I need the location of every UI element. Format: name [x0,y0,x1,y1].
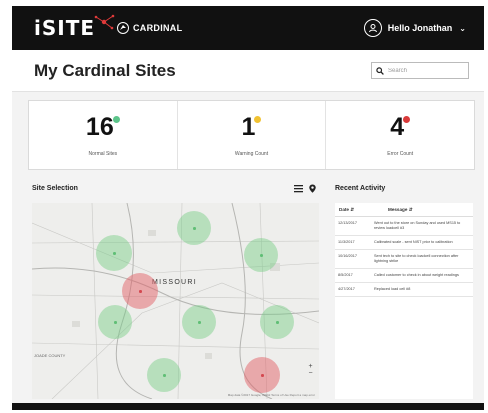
stat-normal-label: Normal Sites [88,151,118,157]
stat-warning-value: 1 [241,113,256,141]
row-message: Sent tech to site to check loadcell conn… [374,254,459,263]
stat-warning-count[interactable]: 1 Warning Count [176,101,326,169]
title-bar: My Cardinal Sites [12,50,484,92]
site-marker-normal[interactable] [98,305,132,339]
search-input[interactable] [388,67,466,74]
site-marker-normal[interactable] [244,238,278,272]
zoom-controls: + − [306,363,315,377]
top-bar: iSITE CARDINAL Hello Jonathan ⌄ [12,6,484,50]
stat-normal-value: 16 [85,113,114,141]
sort-icon: ⇵ [408,206,413,212]
search-box[interactable] [371,62,469,79]
date-column-label: Date [339,206,349,212]
app-frame: iSITE CARDINAL Hello Jonathan ⌄ My Cardi… [12,6,484,410]
stat-warning-label: Warning Count [234,151,269,157]
sort-message-header[interactable]: Message ⇵ [370,207,473,213]
cardinal-brand-text: CARDINAL [133,23,183,33]
recent-activity-heading: Recent Activity [335,185,386,192]
table-row[interactable]: 8/5/2017 Called customer to check in abo… [335,269,473,283]
site-marker-error[interactable] [244,357,280,393]
cardinal-bird-icon [117,22,129,34]
site-marker-normal[interactable] [182,305,216,339]
stats-card: 16 Normal Sites 1 Warning Count 4 Error … [28,100,475,170]
map-edge-label: JOADE COUNTY [34,353,66,358]
logo-text: iSITE [34,16,96,40]
site-marker-normal[interactable] [147,358,181,392]
row-message: Replaced load cell #8 [374,287,411,291]
site-map[interactable]: MISSOURI JOADE COUNTY + − Map data ©2017… [32,203,319,399]
row-date: 10/16/2017 [338,254,358,258]
bottom-band [12,403,484,410]
status-dot-warning [254,116,262,123]
isite-logo[interactable]: iSITE [34,14,115,40]
row-date: 11/3/2017 [338,240,355,244]
user-avatar-icon [363,19,382,37]
cardinal-logo: CARDINAL [116,22,182,34]
row-message: Calibrated scale - sent NIST prior to ca… [374,240,453,244]
site-marker-error[interactable] [122,273,158,309]
status-dot-error [403,116,411,123]
sort-date-header[interactable]: Date ⇵ [335,207,370,213]
user-greeting: Hello Jonathan [387,23,453,33]
map-pin-icon[interactable] [308,184,317,193]
row-date: 12/13/2017 [338,221,358,225]
site-marker-normal[interactable] [96,235,132,271]
site-marker-normal[interactable] [177,211,211,245]
table-row[interactable]: 12/13/2017 Went out to the store on Sund… [335,217,473,236]
table-row[interactable]: 4/27/2017 Replaced load cell #8 [335,283,473,297]
map-tools [294,184,317,193]
site-marker-normal[interactable] [260,305,294,339]
list-view-icon[interactable] [294,184,303,193]
chevron-down-icon: ⌄ [459,23,466,33]
status-dot-normal [112,116,120,123]
stat-error-value: 4 [390,113,405,141]
page-title: My Cardinal Sites [34,61,176,80]
zoom-out-button[interactable]: − [308,370,312,377]
table-row[interactable]: 10/16/2017 Sent tech to site to check lo… [335,250,473,269]
row-message: Called customer to check in about weight… [374,273,459,277]
sort-icon: ⇵ [350,206,355,212]
zoom-in-button[interactable]: + [308,363,312,370]
map-region-label: MISSOURI [152,279,198,286]
activity-table-header: Date ⇵ Message ⇵ [335,203,473,217]
message-column-label: Message [388,206,408,212]
stat-error-label: Error Count [387,151,414,157]
user-menu[interactable]: Hello Jonathan ⌄ [363,19,466,37]
activity-table: Date ⇵ Message ⇵ 12/13/2017 Went out to … [335,203,473,399]
stat-normal-sites[interactable]: 16 Normal Sites [29,101,177,169]
search-icon [376,66,384,75]
map-attribution[interactable]: Map data ©2017 Google, INEGI Terms of Us… [228,393,315,397]
stat-error-count[interactable]: 4 Error Count [325,101,474,169]
table-row[interactable]: 11/3/2017 Calibrated scale - sent NIST p… [335,236,473,250]
row-message: Went out to the store on Sunday and used… [374,221,461,230]
row-date: 4/27/2017 [338,287,355,291]
row-date: 8/5/2017 [338,273,353,277]
site-selection-heading: Site Selection [32,185,78,192]
logo-star-icon [94,14,115,30]
